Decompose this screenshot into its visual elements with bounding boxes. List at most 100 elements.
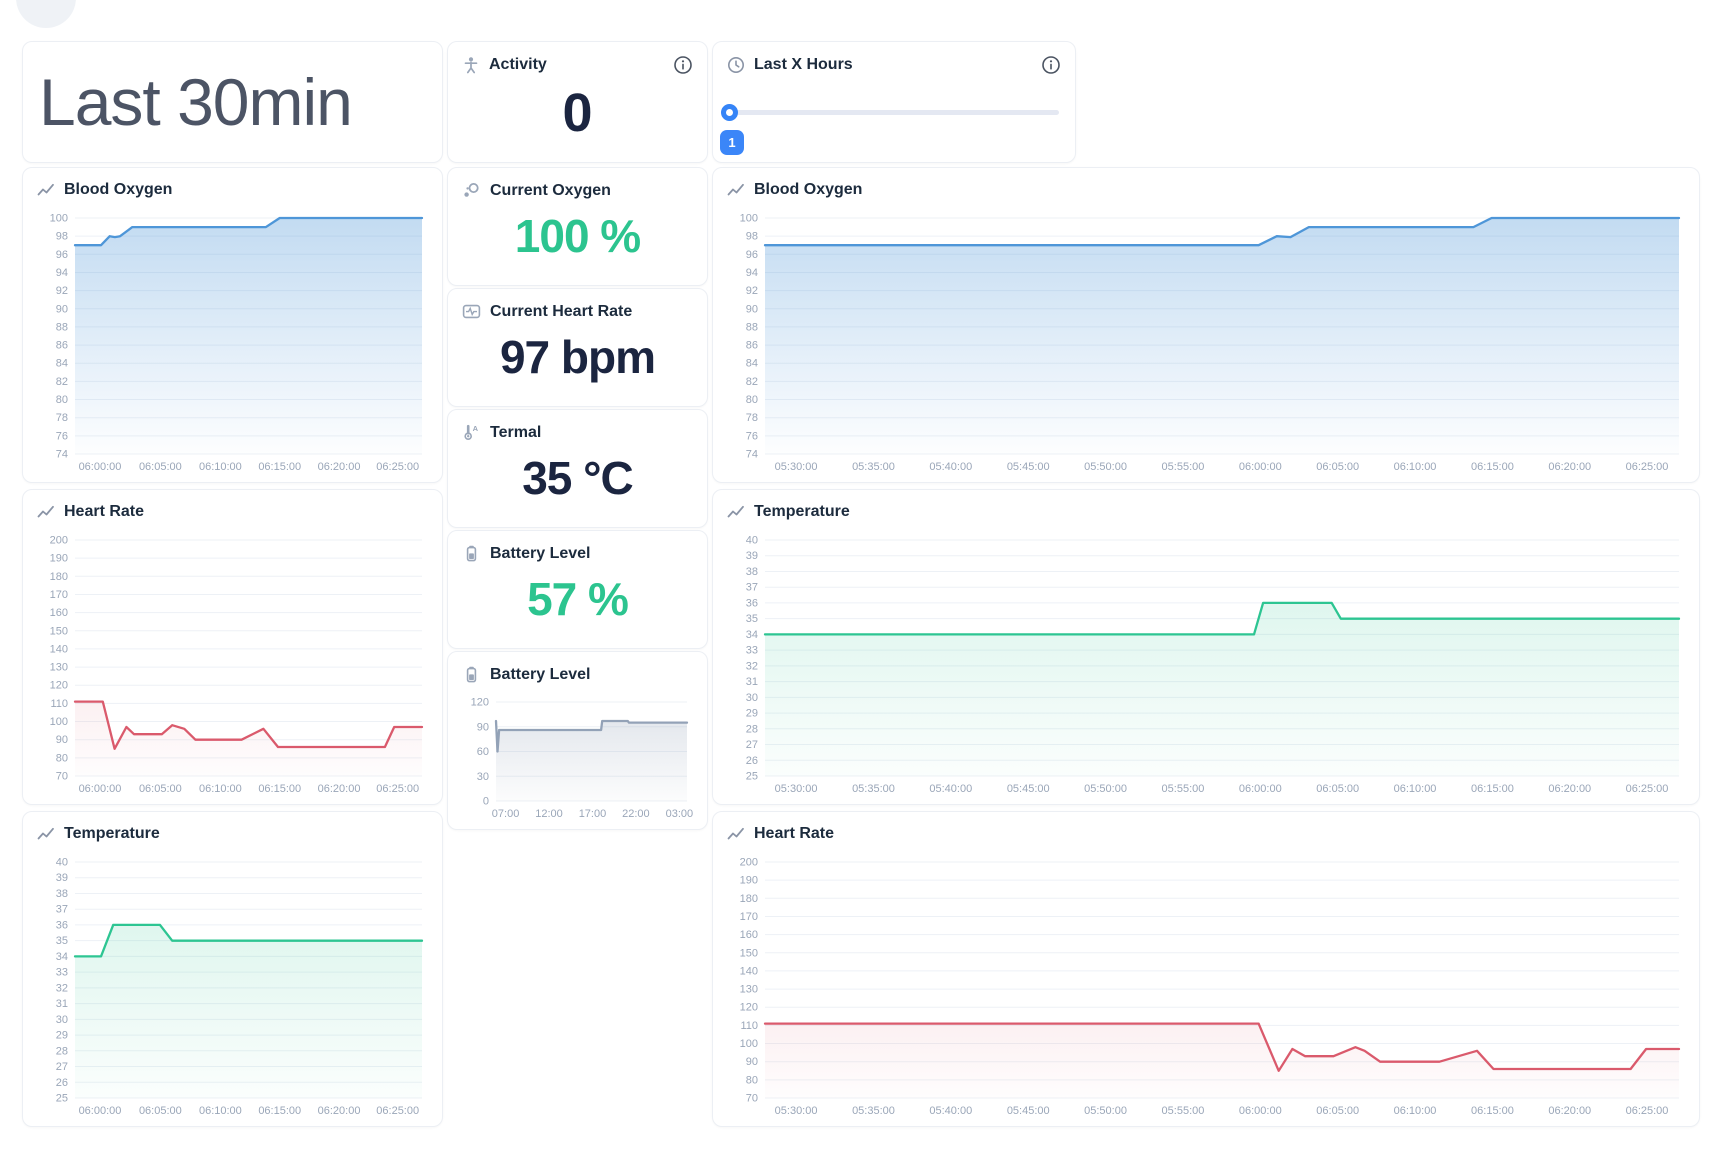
page-title: Last 30min bbox=[23, 64, 352, 140]
trend-icon bbox=[727, 503, 745, 521]
heart-rate-right-plot[interactable]: 2001901801701601501401301201101009080700… bbox=[719, 854, 1687, 1120]
chart-title: Heart Rate bbox=[64, 503, 144, 521]
svg-text:96: 96 bbox=[56, 249, 68, 261]
svg-text:88: 88 bbox=[746, 321, 758, 333]
svg-text:06:00:00: 06:00:00 bbox=[1239, 1105, 1282, 1117]
svg-text:12:00: 12:00 bbox=[535, 808, 563, 820]
trend-icon bbox=[37, 181, 55, 199]
svg-text:06:00:00: 06:00:00 bbox=[79, 1105, 122, 1117]
activity-value: 0 bbox=[448, 75, 707, 151]
battery-level-chart-card: Battery Level 120906030007:0012:0017:002… bbox=[447, 651, 708, 830]
svg-text:88: 88 bbox=[56, 321, 68, 333]
svg-text:05:50:00: 05:50:00 bbox=[1084, 1105, 1127, 1117]
svg-text:98: 98 bbox=[56, 231, 68, 243]
svg-text:100: 100 bbox=[50, 716, 68, 728]
svg-text:06:15:00: 06:15:00 bbox=[1471, 461, 1514, 473]
svg-text:120: 120 bbox=[50, 680, 68, 692]
current-oxygen-card: Current Oxygen 100 % bbox=[447, 167, 708, 286]
svg-text:06:05:00: 06:05:00 bbox=[139, 1105, 182, 1117]
svg-text:06:20:00: 06:20:00 bbox=[1548, 1105, 1591, 1117]
svg-text:06:00:00: 06:00:00 bbox=[79, 461, 122, 473]
temperature-left-plot[interactable]: 4039383736353433323130292827262506:00:00… bbox=[29, 854, 430, 1120]
blood-oxygen-left-plot[interactable]: 1009896949290888684828078767406:00:0006:… bbox=[29, 210, 430, 476]
svg-text:05:30:00: 05:30:00 bbox=[775, 1105, 818, 1117]
svg-text:170: 170 bbox=[50, 589, 68, 601]
svg-text:90: 90 bbox=[56, 303, 68, 315]
svg-text:26: 26 bbox=[746, 755, 758, 767]
temperature-right-plot[interactable]: 4039383736353433323130292827262505:30:00… bbox=[719, 532, 1687, 798]
svg-text:35: 35 bbox=[746, 613, 758, 625]
svg-text:38: 38 bbox=[746, 566, 758, 578]
last-x-hours-label: Last X Hours bbox=[754, 56, 853, 74]
svg-text:06:05:00: 06:05:00 bbox=[1316, 783, 1359, 795]
svg-text:30: 30 bbox=[746, 692, 758, 704]
svg-text:05:40:00: 05:40:00 bbox=[929, 461, 972, 473]
svg-text:06:10:00: 06:10:00 bbox=[199, 783, 242, 795]
svg-text:06:05:00: 06:05:00 bbox=[139, 461, 182, 473]
svg-text:06:10:00: 06:10:00 bbox=[1394, 461, 1437, 473]
svg-text:06:15:00: 06:15:00 bbox=[1471, 783, 1514, 795]
battery-level-value: 57 % bbox=[448, 563, 707, 635]
svg-text:06:15:00: 06:15:00 bbox=[258, 783, 301, 795]
svg-text:05:50:00: 05:50:00 bbox=[1084, 783, 1127, 795]
trend-icon bbox=[727, 181, 745, 199]
svg-text:05:45:00: 05:45:00 bbox=[1007, 783, 1050, 795]
heart-rate-right-card: Heart Rate 20019018017016015014013012011… bbox=[712, 811, 1700, 1127]
svg-text:28: 28 bbox=[746, 723, 758, 735]
svg-text:180: 180 bbox=[740, 893, 758, 905]
last-x-hours-card: Last X Hours 1 bbox=[712, 41, 1076, 163]
svg-text:160: 160 bbox=[740, 929, 758, 941]
svg-text:140: 140 bbox=[740, 965, 758, 977]
svg-text:32: 32 bbox=[56, 982, 68, 994]
battery-icon bbox=[462, 665, 481, 684]
svg-text:74: 74 bbox=[746, 449, 758, 461]
blood-oxygen-right-card: Blood Oxygen 100989694929088868482807876… bbox=[712, 167, 1700, 483]
corner-avatar-circle[interactable] bbox=[16, 0, 76, 28]
svg-text:34: 34 bbox=[56, 951, 68, 963]
svg-text:30: 30 bbox=[477, 771, 489, 783]
trend-icon bbox=[37, 503, 55, 521]
svg-text:06:25:00: 06:25:00 bbox=[376, 1105, 419, 1117]
svg-text:05:50:00: 05:50:00 bbox=[1084, 461, 1127, 473]
person-icon bbox=[462, 56, 480, 74]
svg-text:25: 25 bbox=[746, 771, 758, 783]
svg-text:06:05:00: 06:05:00 bbox=[1316, 1105, 1359, 1117]
current-oxygen-label: Current Oxygen bbox=[490, 182, 611, 200]
svg-text:0: 0 bbox=[483, 796, 489, 808]
svg-text:05:30:00: 05:30:00 bbox=[775, 783, 818, 795]
heart-rate-left-plot[interactable]: 2001901801701601501401301201101009080700… bbox=[29, 532, 430, 798]
svg-text:150: 150 bbox=[50, 625, 68, 637]
blood-oxygen-right-plot[interactable]: 1009896949290888684828078767405:30:0005:… bbox=[719, 210, 1687, 476]
svg-text:200: 200 bbox=[740, 857, 758, 869]
activity-label: Activity bbox=[489, 56, 547, 74]
info-icon[interactable] bbox=[673, 55, 693, 75]
svg-text:110: 110 bbox=[50, 698, 68, 710]
chart-title: Temperature bbox=[754, 503, 850, 521]
slider-handle[interactable] bbox=[721, 104, 738, 121]
svg-text:31: 31 bbox=[56, 998, 68, 1010]
svg-text:06:20:00: 06:20:00 bbox=[318, 1105, 361, 1117]
blood-oxygen-left-card: Blood Oxygen 100989694929088868482807876… bbox=[22, 167, 443, 483]
svg-text:86: 86 bbox=[56, 340, 68, 352]
trend-icon bbox=[727, 825, 745, 843]
svg-text:78: 78 bbox=[56, 412, 68, 424]
svg-text:05:45:00: 05:45:00 bbox=[1007, 1105, 1050, 1117]
svg-text:06:25:00: 06:25:00 bbox=[1626, 1105, 1669, 1117]
dashboard: Last 30min Activity 0 Last X Hours bbox=[0, 0, 1712, 1168]
chart-title: Blood Oxygen bbox=[754, 181, 862, 199]
svg-text:160: 160 bbox=[50, 607, 68, 619]
termal-card: A Termal 35 °C bbox=[447, 409, 708, 528]
svg-text:06:10:00: 06:10:00 bbox=[1394, 1105, 1437, 1117]
svg-text:06:15:00: 06:15:00 bbox=[258, 1105, 301, 1117]
svg-text:05:30:00: 05:30:00 bbox=[775, 461, 818, 473]
info-icon[interactable] bbox=[1041, 55, 1061, 75]
svg-text:05:40:00: 05:40:00 bbox=[929, 783, 972, 795]
clock-icon bbox=[727, 56, 745, 74]
pulse-icon bbox=[462, 302, 481, 321]
battery-chart-plot[interactable]: 120906030007:0012:0017:0022:0003:00 bbox=[454, 694, 695, 823]
slider-track[interactable] bbox=[729, 110, 1059, 115]
svg-text:06:10:00: 06:10:00 bbox=[199, 1105, 242, 1117]
svg-text:60: 60 bbox=[477, 746, 489, 758]
svg-text:37: 37 bbox=[56, 904, 68, 916]
hours-slider: 1 bbox=[729, 100, 1059, 154]
